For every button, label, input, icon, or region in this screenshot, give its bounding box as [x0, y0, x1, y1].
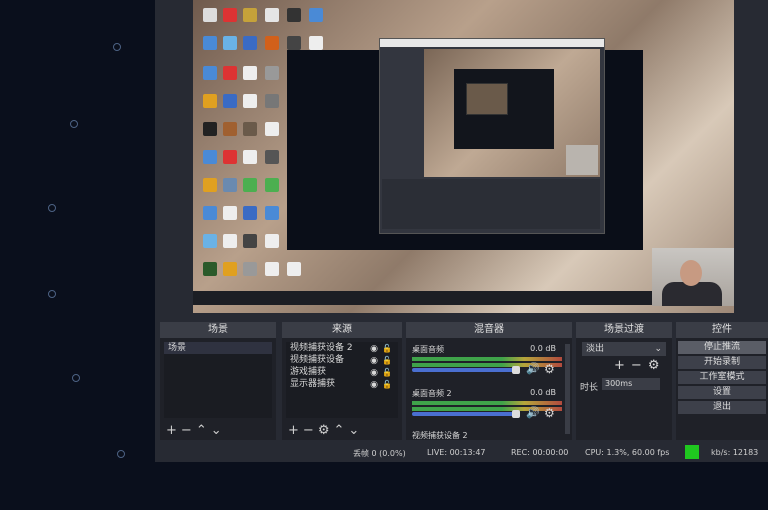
scenes-list[interactable]: 场景 — [164, 342, 272, 418]
exit-button[interactable]: 退出 — [678, 401, 766, 414]
gear-icon[interactable]: ⚙ — [318, 423, 334, 438]
nested-obs-window — [379, 38, 605, 234]
plus-icon[interactable]: + — [166, 423, 181, 438]
audio-meter — [412, 401, 562, 405]
settings-button[interactable]: 设置 — [678, 386, 766, 399]
start-recording-button[interactable]: 开始录制 — [678, 356, 766, 369]
stop-streaming-button[interactable]: 停止推流 — [678, 341, 766, 354]
chevron-up-icon[interactable]: ⌃ — [196, 423, 211, 438]
minus-icon[interactable]: − — [181, 423, 196, 438]
volume-slider-handle[interactable] — [512, 366, 520, 374]
transitions-dock: 场景过渡 淡出 ⌄ +−⚙ 时长 300ms — [576, 322, 672, 440]
duration-input[interactable]: 300ms — [602, 378, 660, 390]
speaker-icon[interactable]: 🔊 — [526, 406, 540, 419]
stream-health-indicator — [685, 445, 699, 459]
rec-timer: REC: 00:00:00 — [511, 448, 569, 457]
sources-toolbar: +−⚙⌃⌄ — [288, 423, 363, 438]
mixer-scrollbar[interactable] — [565, 344, 570, 434]
duration-label: 时长 — [580, 383, 599, 393]
transitions-title: 场景过渡 — [576, 322, 672, 338]
scenes-toolbar: +−⌃⌄ — [166, 423, 226, 438]
volume-slider[interactable] — [412, 368, 520, 372]
sources-title: 来源 — [282, 322, 402, 338]
controls-dock: 控件 停止推流 开始录制 工作室模式 设置 退出 — [676, 322, 768, 440]
scene-item[interactable]: 场景 — [164, 342, 272, 354]
source-item[interactable]: 视频捕获设备 ◉ 🔓 — [286, 354, 398, 366]
eye-icon[interactable]: ◉ — [370, 379, 378, 391]
lock-icon[interactable]: 🔓 — [382, 379, 392, 391]
chevron-down-icon[interactable]: ⌄ — [211, 423, 226, 438]
audio-meter — [412, 357, 562, 361]
background-dot — [48, 290, 56, 298]
volume-slider[interactable] — [412, 412, 520, 416]
minus-icon[interactable]: − — [303, 423, 318, 438]
transition-select[interactable]: 淡出 ⌄ — [582, 342, 666, 356]
minus-icon[interactable]: − — [631, 358, 648, 373]
studio-mode-button[interactable]: 工作室模式 — [678, 371, 766, 384]
background-dot — [117, 450, 125, 458]
scenes-dock: 场景 场景 +−⌃⌄ — [160, 322, 276, 440]
source-item[interactable]: 游戏捕获 ◉ 🔓 — [286, 366, 398, 378]
gear-icon[interactable]: ⚙ — [544, 406, 555, 420]
chevron-up-icon[interactable]: ⌃ — [333, 423, 348, 438]
source-item[interactable]: 视频捕获设备 2 ◉ 🔓 — [286, 342, 398, 354]
background-dot — [72, 374, 80, 382]
mixer-track: 桌面音频 2 0.0 dB 🔊 ⚙ — [412, 388, 562, 420]
webcam-overlay[interactable] — [652, 248, 734, 306]
source-item[interactable]: 显示器捕获 ◉ 🔓 — [286, 378, 398, 390]
mixer-title: 混音器 — [406, 322, 572, 338]
background-dot — [48, 204, 56, 212]
cpu-usage: CPU: 1.3%, 60.00 fps — [585, 448, 670, 457]
background-dot — [113, 43, 121, 51]
background-dot — [70, 120, 78, 128]
transition-toolbar: +−⚙ — [614, 358, 665, 373]
speaker-icon[interactable]: 🔊 — [526, 362, 540, 375]
bitrate: kb/s: 12183 — [711, 448, 759, 457]
scenes-title: 场景 — [160, 322, 276, 338]
gear-icon[interactable]: ⚙ — [648, 358, 666, 373]
controls-title: 控件 — [676, 322, 768, 338]
dropped-frames: 丢帧 0 (0.0%) — [353, 449, 406, 458]
sources-list[interactable]: 视频捕获设备 2 ◉ 🔓 视频捕获设备 ◉ 🔓 游戏捕获 ◉ 🔓 显示器捕获 ◉ 🔓 — [286, 342, 398, 418]
gear-icon[interactable]: ⚙ — [544, 362, 555, 376]
chevron-down-icon[interactable]: ⌄ — [348, 423, 363, 438]
mixer-track: 视频捕获设备 2 — [412, 431, 468, 440]
live-timer: LIVE: 00:13:47 — [427, 448, 486, 457]
plus-icon[interactable]: + — [288, 423, 303, 438]
plus-icon[interactable]: + — [614, 358, 631, 373]
mixer-track: 桌面音频 0.0 dB 🔊 ⚙ — [412, 344, 562, 376]
status-bar: 丢帧 0 (0.0%) LIVE: 00:13:47 REC: 00:00:00… — [155, 444, 768, 462]
volume-slider-handle[interactable] — [512, 410, 520, 418]
sources-dock: 来源 视频捕获设备 2 ◉ 🔓 视频捕获设备 ◉ 🔓 游戏捕获 ◉ 🔓 显示器捕获 ◉ 🔓 +−… — [282, 322, 402, 440]
mixer-dock: 混音器 桌面音频 0.0 dB 🔊 ⚙ 桌面音频 2 0.0 dB 🔊 ⚙ 视频… — [406, 322, 572, 440]
chevron-down-icon: ⌄ — [654, 344, 662, 354]
